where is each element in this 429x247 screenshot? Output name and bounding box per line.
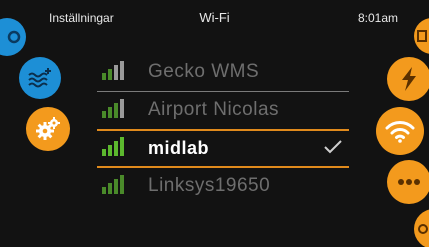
settings-partial-icon: [7, 30, 21, 44]
network-name: Airport Nicolas: [148, 99, 280, 120]
water-heat-button[interactable]: [19, 57, 61, 99]
clock: 8:01am: [357, 11, 398, 25]
more-button[interactable]: [387, 160, 429, 204]
lightning-icon: [402, 67, 416, 91]
signal-strength-icon: [102, 137, 124, 156]
wifi-settings-screen: Inställningar Wi-Fi 8:01am Gecko WMS Air…: [0, 0, 429, 247]
network-name: Linksys19650: [148, 175, 271, 196]
network-row[interactable]: Linksys19650: [97, 168, 349, 206]
network-row[interactable]: Gecko WMS: [97, 54, 349, 92]
network-name: midlab: [148, 138, 210, 158]
wifi-button[interactable]: [376, 107, 424, 155]
signal-strength-icon: [102, 61, 124, 80]
bottom-partial-icon: [418, 224, 428, 234]
top-partial-icon: [417, 30, 427, 42]
signal-strength-icon: [102, 175, 124, 194]
gears-icon: [36, 117, 60, 140]
bottom-partial-button[interactable]: [414, 209, 429, 247]
more-icon: [398, 179, 420, 185]
network-name: Gecko WMS: [148, 61, 260, 82]
top-bar: Inställningar Wi-Fi 8:01am: [0, 0, 429, 40]
wifi-icon: [385, 121, 415, 143]
selection-top-divider: [97, 129, 349, 131]
network-row[interactable]: Airport Nicolas: [97, 92, 349, 130]
checkmark-icon: [324, 140, 342, 154]
lightning-button[interactable]: [387, 57, 429, 101]
gears-button[interactable]: [26, 107, 70, 151]
network-row-selected[interactable]: midlab: [97, 130, 349, 168]
water-heat-icon: [28, 68, 51, 88]
signal-strength-icon: [102, 99, 124, 118]
